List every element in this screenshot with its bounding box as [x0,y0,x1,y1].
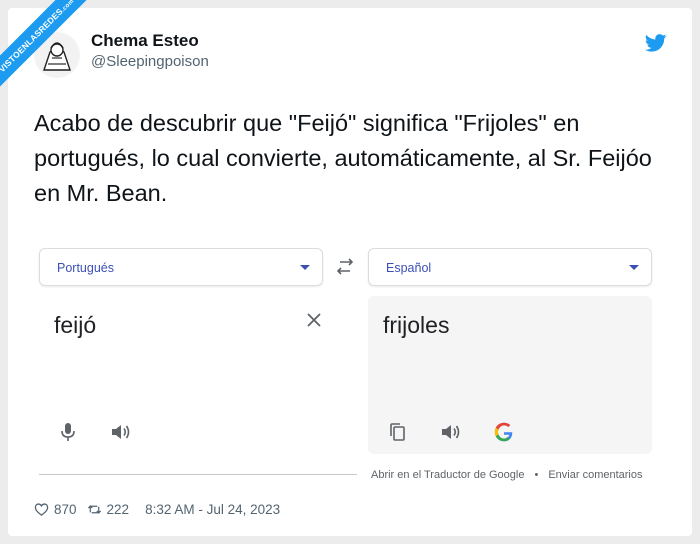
retweet-button[interactable]: 222 [87,502,130,517]
retweet-count: 222 [106,502,130,517]
like-button[interactable]: 870 [34,502,77,517]
translation-text: frijoles [383,312,450,338]
source-text[interactable]: feijó [54,312,96,339]
source-language-label: Portugués [57,261,114,275]
divider [39,474,357,475]
swap-languages-icon[interactable] [334,257,356,277]
copy-icon[interactable] [387,421,409,443]
chevron-down-icon [629,265,639,270]
speaker-icon[interactable] [439,421,461,443]
open-in-translate-link[interactable]: Abrir en el Traductor de Google [371,469,524,481]
target-language-label: Español [386,261,432,275]
tweet-stats: 870 222 8:32 AM - Jul 24, 2023 [34,502,280,517]
speaker-icon[interactable] [109,421,131,443]
microphone-icon[interactable] [57,421,79,443]
chevron-down-icon [300,265,310,270]
google-icon[interactable] [493,421,515,443]
target-language-select[interactable]: Español [368,248,652,286]
source-language-select[interactable]: Portugués [39,248,323,286]
separator: • [534,469,539,481]
watermark-ribbon: VISTOENLASREDES.com [0,0,110,110]
twitter-bird-icon[interactable] [645,34,667,52]
timestamp[interactable]: 8:32 AM - Jul 24, 2023 [145,502,280,517]
close-icon[interactable] [305,311,323,329]
like-count: 870 [54,502,77,517]
tweet-text: Acabo de descubrir que "Feijó" significa… [34,110,652,206]
watermark-text: VISTOENLASREDES.com [0,0,101,100]
heart-icon [34,503,49,516]
send-feedback-link[interactable]: Enviar comentarios [548,469,642,481]
retweet-icon [87,505,101,514]
translator-footer: Abrir en el Traductor de Google • Enviar c… [371,469,643,481]
